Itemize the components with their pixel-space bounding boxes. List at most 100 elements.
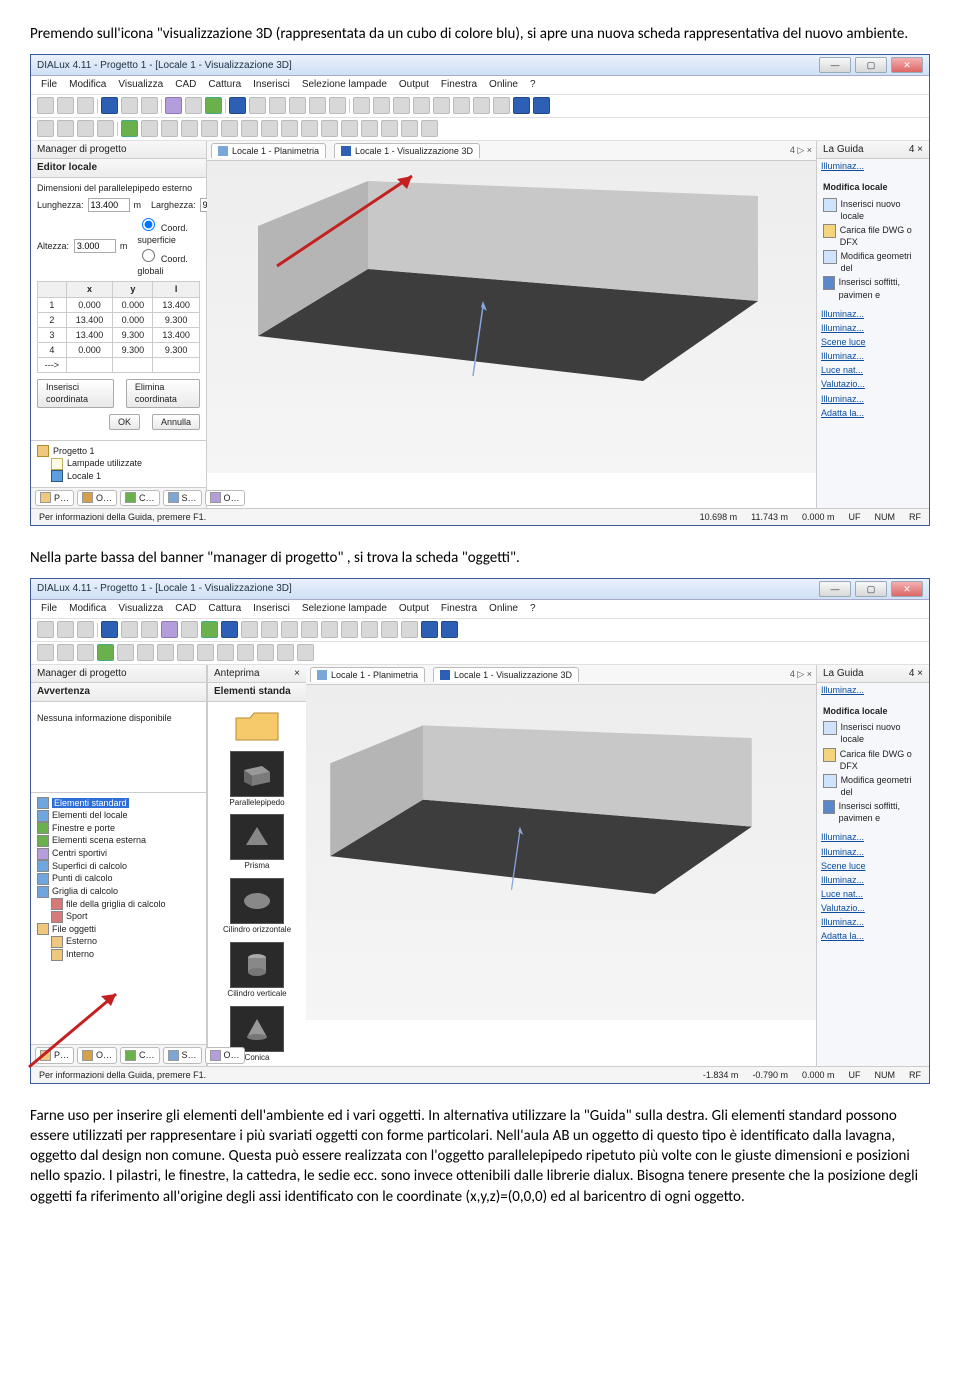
toolbar-icon[interactable] [197,644,214,661]
toolbar-icon[interactable] [77,97,94,114]
menu-help[interactable]: ? [530,602,536,616]
toolbar-icon[interactable] [381,120,398,137]
toolbar-icon[interactable] [281,621,298,638]
guide-item-modifica-geom[interactable]: Modifica geometri del [823,774,923,798]
menu-help[interactable]: ? [530,78,536,92]
menu-output[interactable]: Output [399,78,429,92]
toolbar-icon[interactable] [301,621,318,638]
coord-globali-radio[interactable] [142,249,155,262]
toolbar-icon[interactable] [237,644,254,661]
toolbar-icon[interactable] [289,97,306,114]
toolbar-icon[interactable] [77,621,94,638]
menu-inserisci[interactable]: Inserisci [253,602,290,616]
menu-cattura[interactable]: Cattura [208,602,241,616]
toolbar-icon[interactable] [157,644,174,661]
toolbar-icon[interactable] [77,120,94,137]
toolbar-icon[interactable] [177,644,194,661]
toolbar-icon[interactable] [201,621,218,638]
tree-griglia-calcolo[interactable]: Griglia di calcolo [37,885,200,898]
toolbar-icon[interactable] [57,644,74,661]
menu-online[interactable]: Online [489,78,518,92]
toolbar-icon[interactable] [221,120,238,137]
menu-output[interactable]: Output [399,602,429,616]
toolbar-icon[interactable] [401,621,418,638]
thumb-prisma[interactable] [230,814,284,860]
guide-link[interactable]: Illuminaz... [817,321,929,335]
toolbar-icon[interactable] [205,97,222,114]
toolbar-icon[interactable] [185,97,202,114]
guide-link[interactable]: Scene luce [817,859,929,873]
toolbar-icon[interactable] [473,97,490,114]
toolbar-icon[interactable] [269,97,286,114]
toolbar-icon[interactable] [37,621,54,638]
guide-item-inserisci-soffitti[interactable]: Inserisci soffitti, pavimen e [823,276,923,300]
toolbar-icon[interactable] [441,621,458,638]
lunghezza-input[interactable] [88,198,130,212]
toolbar-icon[interactable] [121,120,138,137]
guide-section-link[interactable]: Illuminaz... [817,159,929,173]
tree-node-lampade[interactable]: Lampade utilizzate [37,457,200,470]
guide-section-link[interactable]: Illuminaz... [817,683,929,697]
toolbar-icon[interactable] [249,97,266,114]
tab-planimetria[interactable]: Locale 1 - Planimetria [310,667,425,682]
guide-link[interactable]: Valutazio... [817,901,929,915]
tab-selezione[interactable]: S… [163,1047,202,1063]
guide-link[interactable]: Illuminaz... [817,392,929,406]
guide-link[interactable]: Valutazio... [817,377,929,391]
toolbar-icon[interactable] [353,97,370,114]
toolbar-icon[interactable] [97,644,114,661]
menu-modifica[interactable]: Modifica [69,78,106,92]
tree-sport[interactable]: Sport [37,910,200,923]
toolbar-icon[interactable] [373,97,390,114]
toolbar-icon[interactable] [121,621,138,638]
toolbar-icon[interactable] [141,621,158,638]
guide-item-carica-dwg[interactable]: Carica file DWG o DFX [823,224,923,248]
toolbar-icon[interactable] [241,621,258,638]
coord-superficie-radio[interactable] [142,218,155,231]
toolbar-icon[interactable] [161,621,178,638]
tab-progetto[interactable]: P… [35,490,74,506]
guide-item-inserisci-locale[interactable]: Inserisci nuovo locale [823,198,923,222]
tab-planimetria[interactable]: Locale 1 - Planimetria [211,143,326,158]
toolbar-icon[interactable] [421,621,438,638]
guide-link[interactable]: Illuminaz... [817,915,929,929]
tree-elementi-standard[interactable]: Elementi standard [37,797,200,810]
menu-visualizza[interactable]: Visualizza [118,78,163,92]
toolbar-icon[interactable] [381,621,398,638]
elimina-coordinata-button[interactable]: Elimina coordinata [126,379,200,407]
guide-link[interactable]: Adatta la... [817,406,929,420]
toolbar-icon[interactable] [401,120,418,137]
toolbar-icon[interactable] [277,644,294,661]
maximize-button[interactable]: ▢ [855,581,887,597]
toolbar-icon[interactable] [309,97,326,114]
guide-link[interactable]: Scene luce [817,335,929,349]
toolbar-icon[interactable] [37,97,54,114]
toolbar-icon[interactable] [201,120,218,137]
toolbar-icon[interactable] [57,97,74,114]
tab-oggetti[interactable]: O… [77,1047,117,1063]
thumb-parallelepipedo[interactable] [230,751,284,797]
tab-pin[interactable]: 4 ▷ × [790,668,812,680]
tab-output[interactable]: O… [205,1047,245,1063]
tab-visualizzazione-3d[interactable]: Locale 1 - Visualizzazione 3D [433,667,579,682]
menu-selezione-lampade[interactable]: Selezione lampade [302,602,387,616]
guide-link[interactable]: Adatta la... [817,929,929,943]
tab-pin[interactable]: 4 ▷ × [790,144,812,156]
guide-link[interactable]: Illuminaz... [817,845,929,859]
guide-link[interactable]: Illuminaz... [817,873,929,887]
guide-item-inserisci-soffitti[interactable]: Inserisci soffitti, pavimen e [823,800,923,824]
toolbar-icon[interactable] [121,97,138,114]
toolbar-icon[interactable] [493,97,510,114]
toolbar-icon[interactable] [141,97,158,114]
menu-inserisci[interactable]: Inserisci [253,78,290,92]
tree-node-progetto[interactable]: Progetto 1 [37,445,200,458]
toolbar-icon[interactable] [161,120,178,137]
toolbar-icon[interactable] [217,644,234,661]
toolbar-icon[interactable] [97,120,114,137]
menu-finestra[interactable]: Finestra [441,602,477,616]
tab-colori[interactable]: C… [120,490,160,506]
altezza-input[interactable] [74,239,116,253]
toolbar-icon[interactable] [221,621,238,638]
inserisci-coordinata-button[interactable]: Inserisci coordinata [37,379,114,407]
guide-link[interactable]: Luce nat... [817,887,929,901]
